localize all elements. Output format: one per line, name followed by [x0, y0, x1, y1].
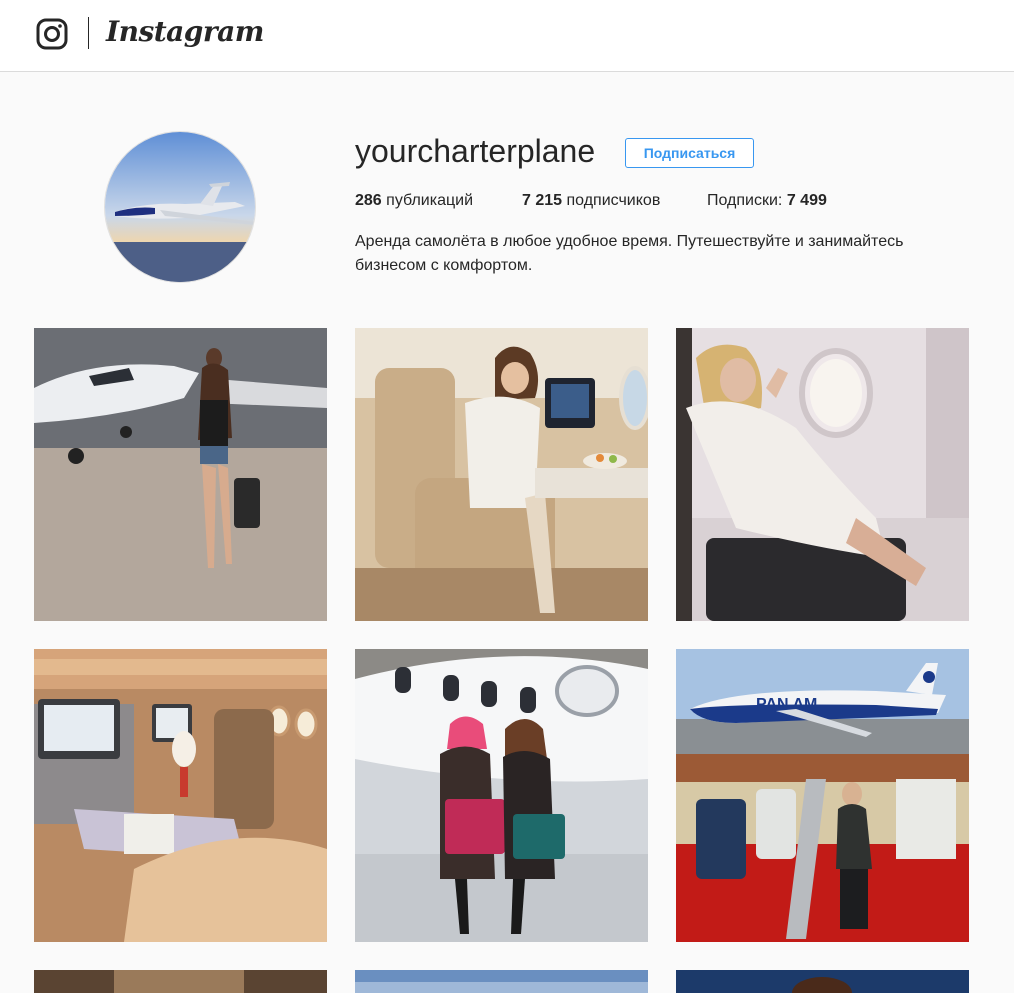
- profile-username: yourcharterplane: [355, 133, 596, 169]
- post-thumbnail-4[interactable]: [34, 649, 327, 942]
- instagram-wordmark[interactable]: Instagram: [106, 14, 264, 50]
- following-count[interactable]: Подписки: 7 499: [707, 190, 827, 212]
- followers-count-label: подписчиков: [566, 192, 661, 209]
- post-thumbnail-2[interactable]: [355, 328, 648, 621]
- followers-count-value: 7 215: [522, 192, 563, 209]
- post-thumbnail-9[interactable]: [676, 970, 969, 993]
- post-thumbnail-6[interactable]: PAN AM: [676, 649, 969, 942]
- follow-button[interactable]: Подписаться: [625, 138, 754, 168]
- post-thumbnail-8[interactable]: [355, 970, 648, 993]
- post-thumbnail-5[interactable]: [355, 649, 648, 942]
- posts-count-value: 286: [355, 192, 382, 209]
- posts-count: 286 публикаций: [355, 190, 473, 212]
- post-thumbnail-3[interactable]: [676, 328, 969, 621]
- followers-count[interactable]: 7 215 подписчиков: [522, 190, 660, 212]
- instagram-camera-icon[interactable]: [36, 18, 68, 50]
- profile-avatar[interactable]: [104, 131, 256, 283]
- following-count-label: Подписки:: [707, 192, 783, 209]
- post-thumbnail-7[interactable]: [34, 970, 327, 993]
- profile-bio: Аренда самолёта в любое удобное время. П…: [355, 233, 904, 274]
- post-thumbnail-1[interactable]: [34, 328, 327, 621]
- logo-divider: [88, 17, 89, 49]
- following-count-value: 7 499: [786, 192, 827, 209]
- posts-count-label: публикаций: [386, 192, 474, 209]
- top-navigation-bar: Instagram: [0, 0, 1014, 72]
